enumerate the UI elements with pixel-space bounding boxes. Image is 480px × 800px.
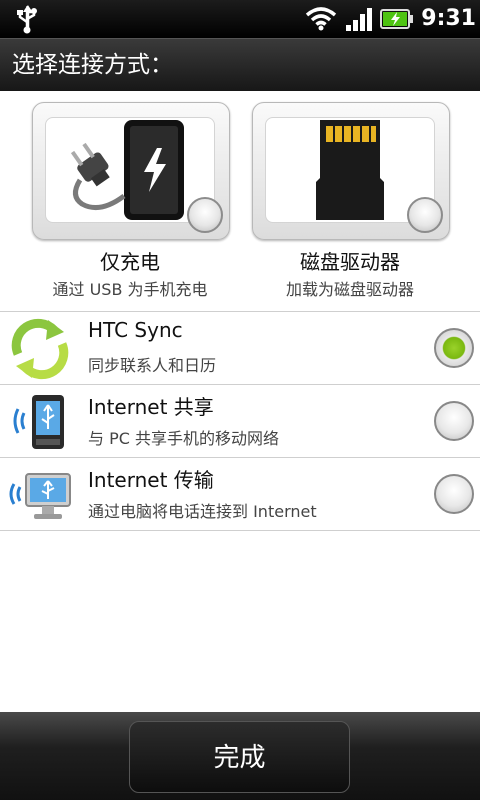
done-button[interactable]: 完成 <box>129 721 350 793</box>
htc-sync-subtitle: 同步联系人和日历 <box>88 356 217 375</box>
internet-passthrough-subtitle: 通过电脑将电话连接到 Internet <box>88 502 317 521</box>
footer-bar: 完成 <box>0 712 480 800</box>
list-item-internet-passthrough[interactable]: Internet 传输 通过电脑将电话连接到 Internet <box>0 457 480 531</box>
htc-sync-radio[interactable] <box>434 328 474 368</box>
connection-options-list: HTC Sync 同步联系人和日历 Internet 共享 与 PC 共享手机的… <box>0 311 480 531</box>
signal-icon <box>345 8 375 36</box>
internet-sharing-title: Internet 共享 <box>88 395 214 419</box>
htc-sync-title: HTC Sync <box>88 318 183 342</box>
page-title: 选择连接方式： <box>12 52 173 78</box>
header-bar: 选择连接方式： <box>0 38 480 91</box>
phone-usb-wireless-icon <box>8 391 72 453</box>
internet-sharing-subtitle: 与 PC 共享手机的移动网络 <box>88 429 279 448</box>
internet-passthrough-title: Internet 传输 <box>88 468 214 492</box>
sync-arrows-icon <box>8 318 72 380</box>
charge-only-subtitle: 通过 USB 为手机充电 <box>52 280 208 299</box>
charge-only-title: 仅充电 <box>100 250 160 274</box>
charge-plug-phone-icon <box>60 118 200 226</box>
battery-charging-icon <box>380 9 414 33</box>
charge-only-card[interactable] <box>32 102 230 240</box>
sd-card-icon <box>310 120 390 224</box>
status-clock: 9:31 <box>421 6 476 31</box>
charge-only-radio[interactable] <box>187 197 223 233</box>
disk-drive-subtitle: 加载为磁盘驱动器 <box>285 280 414 299</box>
list-item-htc-sync[interactable]: HTC Sync 同步联系人和日历 <box>0 311 480 384</box>
internet-sharing-radio[interactable] <box>434 401 474 441</box>
wifi-icon <box>304 6 338 36</box>
monitor-usb-wireless-icon <box>8 464 72 526</box>
internet-passthrough-radio[interactable] <box>434 474 474 514</box>
list-item-internet-sharing[interactable]: Internet 共享 与 PC 共享手机的移动网络 <box>0 384 480 457</box>
status-bar: 9:31 <box>0 0 480 38</box>
usb-icon <box>14 4 40 38</box>
disk-drive-title: 磁盘驱动器 <box>300 250 400 274</box>
disk-drive-radio[interactable] <box>407 197 443 233</box>
disk-drive-card[interactable] <box>252 102 450 240</box>
